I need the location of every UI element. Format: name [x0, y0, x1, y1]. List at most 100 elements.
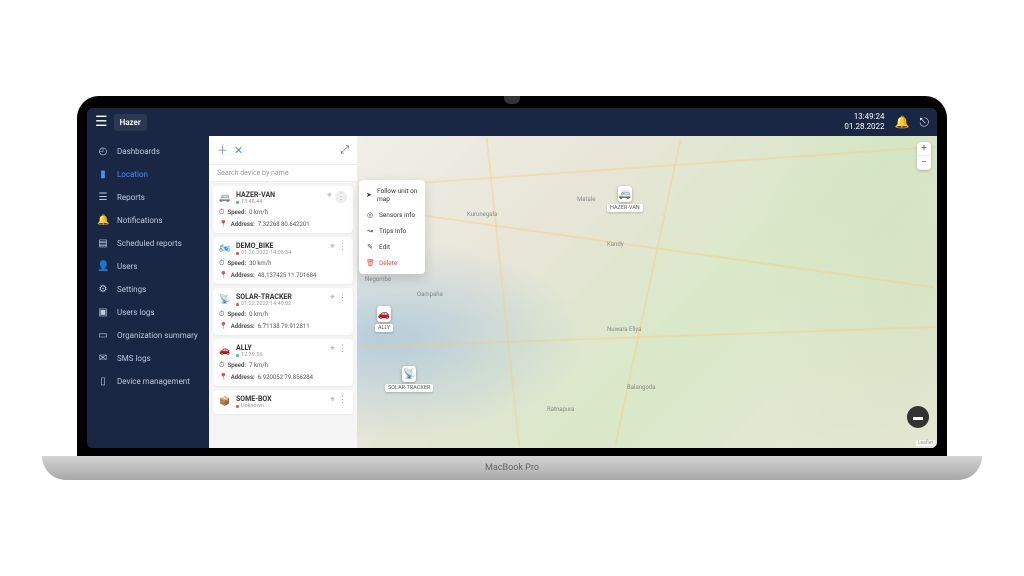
ctx-delete[interactable]: 🗑Delete — [359, 255, 425, 271]
nav-label: Device management — [117, 377, 190, 386]
device-type-icon: 🏍 — [219, 242, 231, 256]
sidebar-item-users-logs[interactable]: ▣ Users logs — [87, 301, 209, 324]
search-input[interactable]: Search device by name — [209, 165, 357, 182]
more-icon[interactable]: ⋮ — [335, 191, 347, 203]
device-timestamp: 13.48.44 — [236, 199, 275, 205]
city-label: Nuwara Eliya — [607, 326, 641, 333]
sidebar-item-sms-logs[interactable]: ✉SMS logs — [87, 347, 209, 370]
nav-label: Notifications — [117, 216, 162, 225]
device-card[interactable]: 🚗 ALLY 12.39.56 ⌖ ⋮ ⏱Speed: 7 km/h📍Addre… — [213, 339, 353, 386]
device-timestamp: Unknown — [236, 403, 272, 409]
device-card[interactable]: 🚐 HAZER-VAN 13.48.44 ⌖ ⋮ ⏱Speed: 0 km/h📍… — [213, 186, 353, 233]
sidebar-item-reports[interactable]: ☰Reports — [87, 186, 209, 209]
layers-button[interactable]: ▬ — [907, 406, 929, 428]
map-marker[interactable]: 🚐HAZER-VAN — [607, 186, 643, 212]
nav-label: Dashboards — [117, 147, 160, 156]
device-name: SOLAR-TRACKER — [236, 293, 292, 301]
nav-label: Location — [117, 170, 148, 179]
nav-label: Users — [117, 262, 137, 271]
brand-logo: Hazer — [114, 114, 147, 131]
main-content: ＋ ✕ ⤢ Search device by name 🚐 HAZER-VAN … — [209, 136, 937, 448]
ctx-icon: ✎ — [366, 243, 374, 251]
clock-time: 13:49:24 — [844, 112, 884, 122]
city-label: Kandy — [607, 241, 624, 248]
close-icon[interactable]: ✕ — [234, 144, 243, 157]
sidebar-item-notifications[interactable]: 🔔 Notifications — [87, 209, 209, 232]
city-label: Kurunegala — [467, 211, 497, 218]
nav-label: SMS logs — [117, 354, 151, 363]
nav-label: Reports — [117, 193, 145, 202]
sidebar-item-users[interactable]: 👤Users — [87, 255, 209, 278]
locate-icon[interactable]: ⌖ — [330, 395, 335, 405]
ctx-icon: ➤ — [366, 191, 372, 199]
add-icon[interactable]: ＋ — [217, 142, 228, 158]
more-icon[interactable]: ⋮ — [338, 242, 347, 252]
hamburger-icon[interactable]: ☰ — [95, 114, 108, 130]
device-name: DEMO_BIKE — [236, 242, 291, 250]
device-name: HAZER-VAN — [236, 191, 275, 199]
more-icon[interactable]: ⋮ — [338, 293, 347, 303]
sidebar-item-dashboards[interactable]: ◴ Dashboards — [87, 140, 209, 163]
map-marker[interactable]: 📡SOLAR-TRACKER — [385, 366, 433, 392]
more-icon[interactable]: ⋮ — [338, 395, 347, 405]
sidebar-item-settings[interactable]: ⚙Settings — [87, 278, 209, 301]
city-label: Matale — [577, 196, 595, 203]
device-name: SOME-BOX — [236, 395, 272, 403]
map[interactable]: Negombo Kurunegala Gampaha Kandy Nuwara Eliy… — [357, 136, 937, 448]
location-icon: 📍 — [219, 220, 228, 228]
locate-icon[interactable]: ⌖ — [327, 191, 332, 203]
sidebar-item-device-management[interactable]: ▯ Device management — [87, 370, 209, 393]
sidebar-item-organization-summary[interactable]: ▭Organization summary — [87, 324, 209, 347]
speed-icon: ⏱ — [219, 259, 224, 268]
map-marker[interactable]: 🚗 ALLY — [375, 306, 393, 332]
device-list: 🚐 HAZER-VAN 13.48.44 ⌖ ⋮ ⏱Speed: 0 km/h📍… — [209, 182, 357, 448]
city-label: Ratnapura — [547, 406, 574, 413]
ctx-sensors-info[interactable]: ◎Sensors info — [359, 207, 425, 223]
nav-icon: ▣ — [97, 307, 109, 318]
nav-icon: ◴ — [97, 146, 109, 157]
device-timestamp: 01.22.2022 14:49:02 — [236, 301, 292, 307]
more-icon[interactable]: ⋮ — [338, 344, 347, 354]
nav-label: Organization summary — [117, 331, 198, 340]
speed-icon: ⏱ — [219, 208, 224, 217]
ctx-icon: 🗑 — [366, 259, 374, 267]
nav-icon: ▯ — [97, 376, 109, 387]
screen-bezel: ☰ Hazer 13:49:24 01.28.2022 🔔 ⎋ ◴ Dashboa… — [77, 96, 947, 458]
top-bar: ☰ Hazer 13:49:24 01.28.2022 🔔 ⎋ — [87, 108, 937, 136]
locate-icon[interactable]: ⌖ — [330, 242, 335, 252]
sidebar-item-location[interactable]: ▮Location — [87, 163, 209, 186]
nav-icon: ▤ — [97, 238, 109, 249]
nav-label: Users logs — [117, 308, 155, 317]
logout-icon[interactable]: ⎋ — [920, 115, 930, 130]
laptop-frame: ☰ Hazer 13:49:24 01.28.2022 🔔 ⎋ ◴ Dashboa… — [77, 96, 947, 480]
zoom-out-button[interactable]: − — [917, 156, 931, 170]
ctx-follow-unit-on-map[interactable]: ➤Follow unit on map — [359, 183, 425, 207]
devices-toolbar: ＋ ✕ ⤢ — [209, 136, 357, 165]
city-label: Balangoda — [627, 384, 655, 391]
locate-icon[interactable]: ⌖ — [330, 344, 335, 354]
zoom-in-button[interactable]: + — [917, 142, 931, 156]
device-timestamp: 12.39.56 — [236, 352, 262, 358]
device-card[interactable]: 🏍 DEMO_BIKE 01.26.2022 14:06:54 ⌖ ⋮ ⏱Spe… — [213, 237, 353, 284]
nav-icon: ⚙ — [97, 284, 109, 295]
sidebar-item-scheduled-reports[interactable]: ▤Scheduled reports — [87, 232, 209, 255]
city-label: Negombo — [365, 276, 391, 283]
ctx-edit[interactable]: ✎Edit — [359, 239, 425, 255]
device-type-icon: 📦 — [219, 395, 231, 409]
speed-icon: ⏱ — [219, 361, 224, 370]
marker-pin: 🚐 — [618, 186, 632, 202]
nav-icon: 🔔 — [97, 215, 109, 226]
bell-icon[interactable]: 🔔 — [895, 115, 910, 129]
marker-label: ALLY — [375, 324, 393, 332]
ctx-icon: ◎ — [366, 211, 374, 219]
device-card[interactable]: 📡 SOLAR-TRACKER 01.22.2022 14:49:02 ⌖ ⋮ … — [213, 288, 353, 335]
location-icon: 📍 — [219, 322, 228, 330]
marker-pin: 🚗 — [377, 306, 391, 322]
device-card[interactable]: 📦 SOME-BOX Unknown ⌖ ⋮ — [213, 390, 353, 414]
device-name: ALLY — [236, 344, 262, 352]
locate-icon[interactable]: ⌖ — [330, 293, 335, 303]
city-label: Gampaha — [417, 291, 443, 298]
expand-icon[interactable]: ⤢ — [340, 143, 349, 157]
laptop-base: MacBook Pro — [42, 456, 982, 480]
ctx-trips-info[interactable]: ↝Trips info — [359, 223, 425, 239]
